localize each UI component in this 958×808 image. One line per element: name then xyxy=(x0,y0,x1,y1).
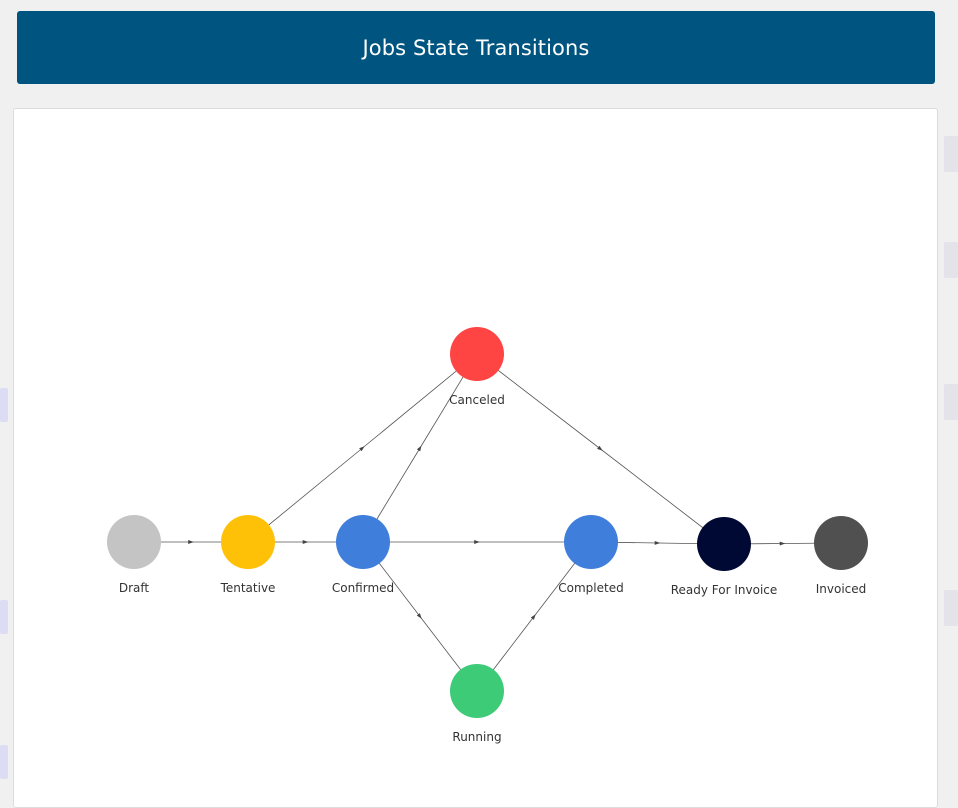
state-node-ready-for-invoice[interactable]: Ready For Invoice xyxy=(671,517,778,597)
state-label-running: Running xyxy=(452,730,501,744)
state-circle-invoiced[interactable] xyxy=(814,516,868,570)
state-circle-running[interactable] xyxy=(450,664,504,718)
state-circle-draft[interactable] xyxy=(107,515,161,569)
edge-canceled-to-ready-for-invoice xyxy=(476,353,725,545)
state-label-ready-for-invoice: Ready For Invoice xyxy=(671,583,778,597)
state-label-canceled: Canceled xyxy=(449,393,505,407)
state-node-draft[interactable]: Draft xyxy=(107,515,161,595)
state-circle-tentative[interactable] xyxy=(221,515,275,569)
state-label-invoiced: Invoiced xyxy=(816,582,867,596)
edge-tentative-to-canceled xyxy=(247,353,478,543)
edge-running-to-completed xyxy=(476,541,592,692)
state-transition-diagram: Draft Tentative Confirmed Canceled Completed… xyxy=(107,327,868,744)
edge-confirmed-to-running xyxy=(362,541,478,692)
state-label-tentative: Tentative xyxy=(220,581,276,595)
state-circle-completed[interactable] xyxy=(564,515,618,569)
state-label-draft: Draft xyxy=(119,581,150,595)
state-circle-canceled[interactable] xyxy=(450,327,504,381)
state-label-completed: Completed xyxy=(558,581,623,595)
state-node-canceled[interactable]: Canceled xyxy=(449,327,505,407)
state-node-invoiced[interactable]: Invoiced xyxy=(814,516,868,596)
state-node-running[interactable]: Running xyxy=(450,664,504,744)
edge-confirmed-to-canceled xyxy=(362,353,478,543)
state-node-completed[interactable]: Completed xyxy=(558,515,624,595)
state-label-confirmed: Confirmed xyxy=(332,581,394,595)
state-node-tentative[interactable]: Tentative xyxy=(220,515,276,595)
state-circle-confirmed[interactable] xyxy=(336,515,390,569)
state-circle-ready-for-invoice[interactable] xyxy=(697,517,751,571)
state-node-confirmed[interactable]: Confirmed xyxy=(332,515,394,595)
